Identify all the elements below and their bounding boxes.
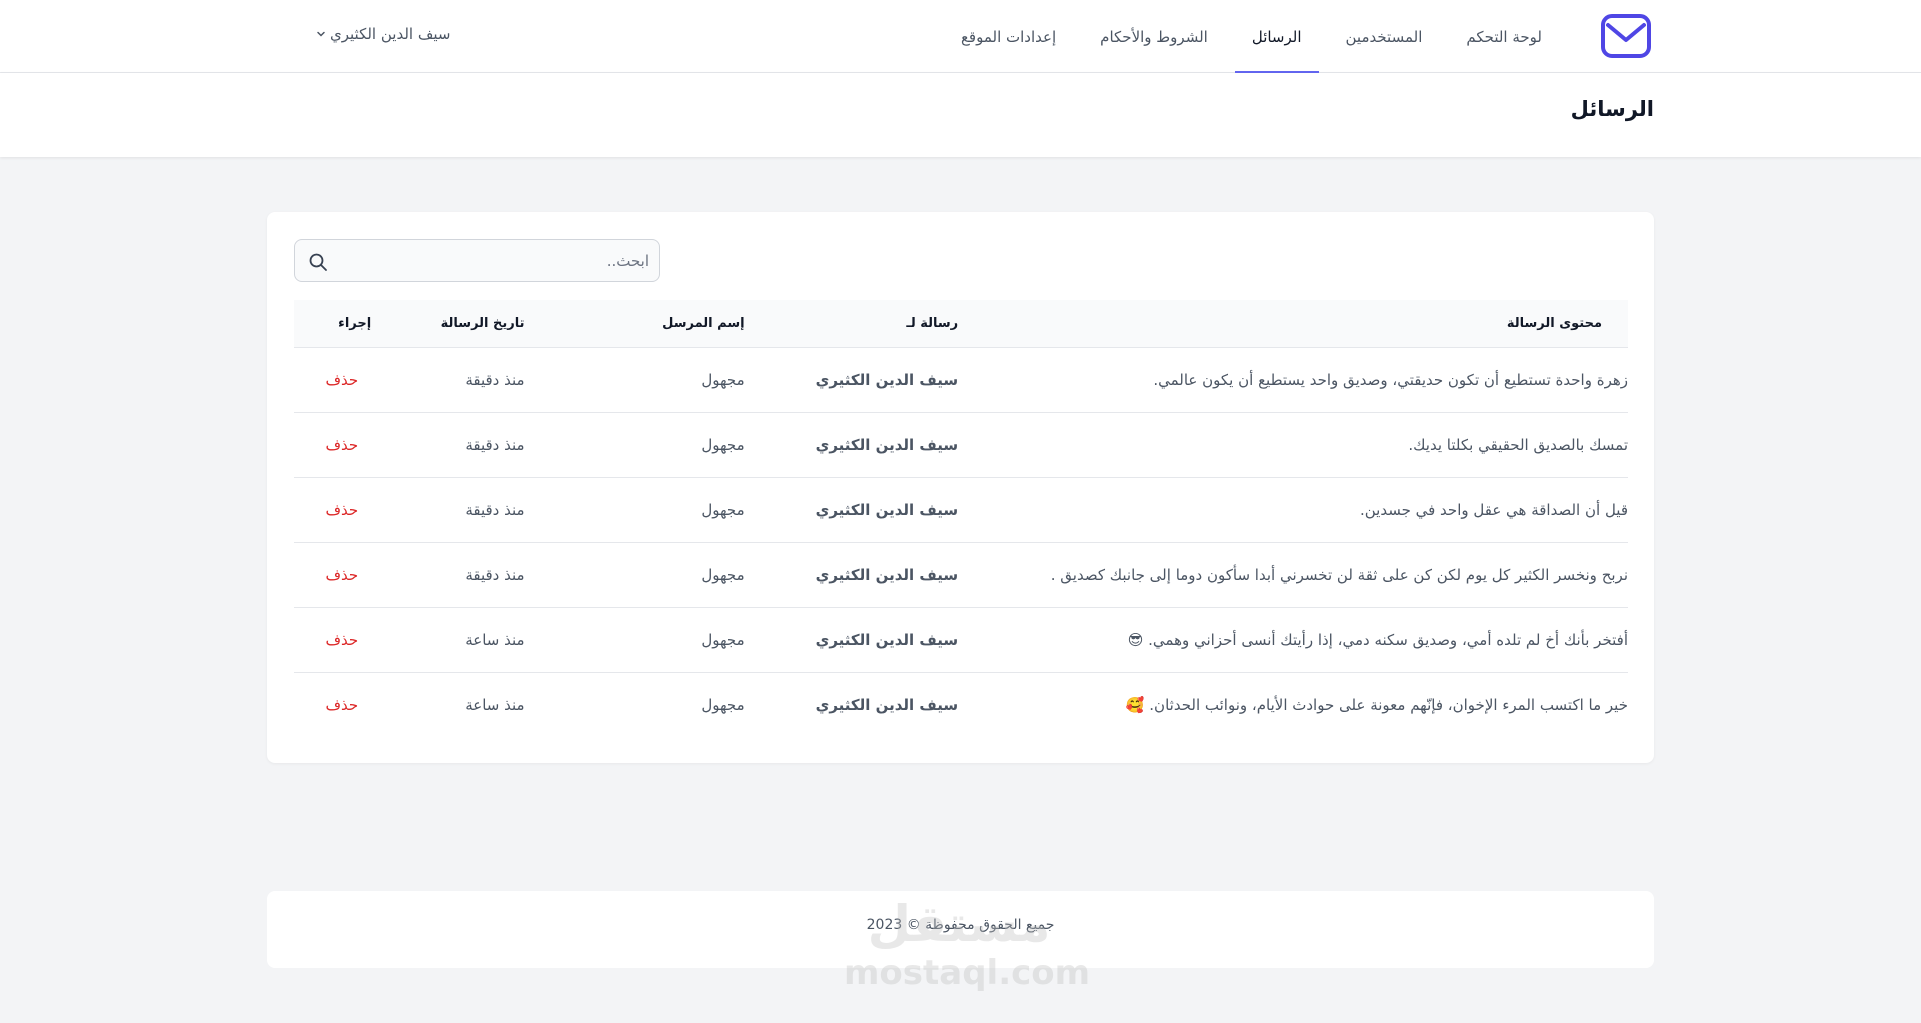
user-name: سيف الدين الكثيري <box>330 25 451 43</box>
message-date: منذ دقيقة <box>387 347 525 413</box>
delete-button[interactable]: حذف <box>325 501 358 519</box>
message-sender: مجهول <box>524 347 745 413</box>
delete-button[interactable]: حذف <box>325 696 358 714</box>
message-sender: مجهول <box>701 695 745 714</box>
table-row: أفتخر بأنك أخ لم تلده أمي، وصديق سكنه دم… <box>294 607 1628 673</box>
nav-link-terms[interactable]: الشروط والأحكام <box>1078 0 1230 73</box>
message-date: منذ ساعة <box>387 607 525 673</box>
action-cell: حذف <box>294 672 387 737</box>
message-recipient: سيف الدين الكثيري <box>744 347 959 413</box>
search-icon[interactable] <box>308 252 328 272</box>
message-date: منذ دقيقة <box>387 477 525 543</box>
message-content: قيل أن الصداقة هي عقل واحد في جسدين. <box>958 477 1628 543</box>
table-header-row: محتوى الرسالة رسالة لـ إسم المرسل تاريخ … <box>294 300 1628 348</box>
message-sender: مجهول <box>524 477 745 543</box>
table-row: زهرة واحدة تستطيع أن تكون حديقتي، وصديق … <box>294 347 1628 413</box>
message-date: منذ ساعة <box>465 695 525 714</box>
action-cell: حذف <box>294 412 388 478</box>
chevron-down-icon <box>317 31 325 37</box>
messages-table: محتوى الرسالة رسالة لـ إسم المرسل تاريخ … <box>294 300 1628 737</box>
top-navbar: لوحة التحكم المستخدمين الرسائل الشروط وا… <box>0 0 1921 73</box>
delete-button[interactable]: حذف <box>325 371 358 389</box>
search-box <box>294 239 660 282</box>
header-content: محتوى الرسالة <box>958 300 1628 348</box>
action-cell: حذف <box>294 542 388 608</box>
message-content: خير ما اكتسب المرء الإخوان، فإنّهم معونة… <box>1125 695 1628 714</box>
table-row: نربح ونخسر الكثير كل يوم لكن كن على ثقة … <box>294 542 1628 608</box>
message-recipient: سيف الدين الكثيري <box>744 412 959 478</box>
message-sender: مجهول <box>524 412 745 478</box>
message-recipient: سيف الدين الكثيري <box>744 607 959 673</box>
footer: جميع الحقوق محفوظة © 2023 <box>267 891 1654 968</box>
table-row: تمسك بالصديق الحقيقي بكلتا يديك. سيف الد… <box>294 412 1628 478</box>
page-header: الرسائل <box>0 73 1921 157</box>
copyright-text: جميع الحقوق محفوظة © 2023 <box>866 917 1055 933</box>
header-date: تاريخ الرسالة <box>387 300 525 348</box>
message-content: زهرة واحدة تستطيع أن تكون حديقتي، وصديق … <box>958 347 1628 413</box>
action-cell: حذف <box>294 477 388 543</box>
message-content: تمسك بالصديق الحقيقي بكلتا يديك. <box>958 412 1628 478</box>
action-cell: حذف <box>294 347 388 413</box>
message-date: منذ دقيقة <box>387 412 525 478</box>
nav-link-messages[interactable]: الرسائل <box>1230 0 1324 73</box>
header-sender: إسم المرسل <box>524 300 745 348</box>
nav-link-site-settings[interactable]: إعدادات الموقع <box>939 0 1078 73</box>
page-title: الرسائل <box>1570 97 1654 121</box>
main-nav: لوحة التحكم المستخدمين الرسائل الشروط وا… <box>939 0 1564 73</box>
message-sender: مجهول <box>524 607 745 673</box>
message-recipient: سيف الدين الكثيري <box>815 695 959 714</box>
message-content: نربح ونخسر الكثير كل يوم لكن كن على ثقة … <box>958 542 1628 608</box>
message-sender: مجهول <box>524 542 745 608</box>
delete-button[interactable]: حذف <box>325 566 358 584</box>
messages-card: محتوى الرسالة رسالة لـ إسم المرسل تاريخ … <box>267 212 1654 763</box>
table-row: قيل أن الصداقة هي عقل واحد في جسدين. سيف… <box>294 477 1628 543</box>
nav-link-dashboard[interactable]: لوحة التحكم <box>1444 0 1564 73</box>
delete-button[interactable]: حذف <box>325 631 358 649</box>
action-cell: حذف <box>294 607 388 673</box>
mail-logo-icon[interactable] <box>1600 13 1652 59</box>
header-to: رسالة لـ <box>744 300 959 348</box>
message-recipient: سيف الدين الكثيري <box>744 542 959 608</box>
message-content: أفتخر بأنك أخ لم تلده أمي، وصديق سكنه دم… <box>958 607 1628 673</box>
user-menu-dropdown[interactable]: سيف الدين الكثيري <box>316 22 450 46</box>
table-row: خير ما اكتسب المرء الإخوان، فإنّهم معونة… <box>294 672 1628 737</box>
search-input[interactable] <box>335 248 649 274</box>
header-action: إجراء <box>294 300 388 348</box>
message-recipient: سيف الدين الكثيري <box>744 477 959 543</box>
message-date: منذ دقيقة <box>387 542 525 608</box>
nav-link-users[interactable]: المستخدمين <box>1324 0 1445 73</box>
delete-button[interactable]: حذف <box>325 436 358 454</box>
